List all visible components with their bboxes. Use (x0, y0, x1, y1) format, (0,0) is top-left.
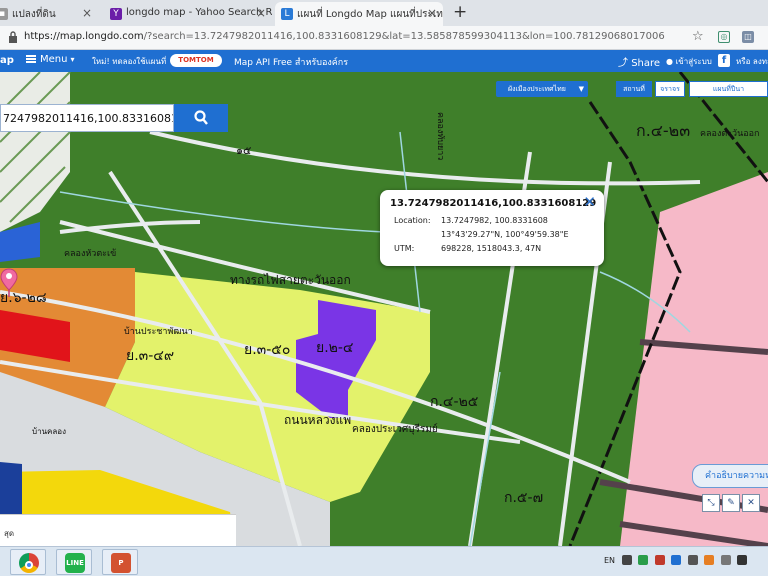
user-icon: ● (666, 57, 676, 66)
hamburger-icon (26, 55, 36, 63)
zone-label: ย.๒-๔ (316, 340, 354, 356)
popup-value: 698228, 1518043.3, 47N (441, 244, 542, 253)
tray-icon[interactable] (720, 555, 731, 565)
tab-label: แปลงที่ดิน (12, 9, 56, 20)
place-label: บ้านคลอง (32, 427, 66, 436)
menu-button[interactable]: Menu ▾ (26, 54, 74, 65)
map-tools: ⤡ ✎ ✕ (702, 494, 762, 512)
popup-value: 13°43'29.27"N, 100°49'59.38"E (441, 230, 569, 239)
api-link[interactable]: Map API Free สำหรับองค์กร (234, 55, 348, 69)
popup-value: 13.7247982, 100.8331608 (441, 216, 548, 225)
line-icon: LINE (65, 553, 85, 573)
place-label: บ้านประชาพัฒนา (124, 326, 193, 337)
close-icon[interactable]: × (82, 6, 92, 20)
search-input[interactable] (1, 105, 173, 131)
yahoo-icon: Y (110, 8, 122, 20)
close-icon[interactable]: ✕ (742, 494, 760, 512)
places-button[interactable]: สถานที่ (616, 81, 652, 97)
zone-label: ย.๓-๕๐ (244, 342, 290, 358)
tray-icon[interactable] (654, 555, 665, 565)
tomtom-logo[interactable]: TOMTOM (170, 54, 222, 67)
url-text[interactable]: https://map.longdo.com/?search=13.724798… (24, 31, 665, 42)
facebook-icon[interactable]: f (718, 54, 730, 67)
tray-icon[interactable] (704, 555, 715, 565)
map-canvas[interactable]: ก.๔-๒๓ ย.๖-๒๘ ย.๓-๔๙ ย.๓-๕๐ ย.๒-๔ ก.๔-๒๕… (0, 72, 768, 546)
search-box (0, 104, 174, 132)
search-icon (194, 110, 208, 125)
zone-label: ก.๔-๒๓ (636, 121, 690, 140)
login-link[interactable]: ● เข้าสู่ระบบ (666, 55, 712, 68)
longdo-icon: L (281, 8, 293, 20)
road-label: ถนนหลวงแพ (284, 413, 351, 427)
traffic-button[interactable]: จราจร (655, 81, 685, 97)
system-tray: EN (604, 555, 751, 565)
canal-label: คลองประเวศบุรีรมย์ (352, 423, 438, 435)
search-button[interactable] (174, 104, 228, 132)
volume-icon[interactable] (737, 555, 748, 565)
powerpoint-icon: P (111, 553, 131, 573)
road-label: ๑๕ (236, 144, 251, 157)
windows-taskbar: LINE P EN (0, 546, 768, 576)
chevron-down-icon: ▼ (578, 85, 584, 93)
zoning-map: ก.๔-๒๓ ย.๖-๒๘ ย.๓-๔๙ ย.๓-๕๐ ย.๒-๔ ก.๔-๒๕… (0, 72, 768, 546)
close-icon[interactable]: × (256, 6, 266, 20)
chevron-down-icon: ▾ (70, 55, 75, 64)
location-pin-icon[interactable] (0, 268, 18, 298)
register-link[interactable]: หรือ ลงทะ (736, 55, 768, 68)
zone-label: ย.๓-๔๙ (126, 348, 174, 364)
language-indicator[interactable]: EN (604, 556, 615, 565)
tray-icon[interactable] (621, 555, 632, 565)
longdo-logo[interactable]: ap (0, 52, 14, 70)
address-bar[interactable]: https://map.longdo.com/?search=13.724798… (0, 26, 768, 50)
extension-icon[interactable]: ◫ (742, 31, 754, 43)
taskbar-chrome[interactable] (10, 549, 46, 575)
popup-title: 13.7247982011416,100.8331608129 (390, 198, 597, 209)
close-icon[interactable]: × (427, 6, 437, 20)
extension-icon[interactable]: ◎ (718, 31, 730, 43)
share-icon: ⤴ (618, 58, 632, 69)
browser-tab-active[interactable]: L แผนที่ Longdo Map แผนที่ประเทศไ × (275, 2, 443, 26)
road-label: ทางรถไฟสายตะวันออก (230, 273, 351, 287)
browser-tab-bar: ▪ แปลงที่ดิน × Y longdo map - Yahoo Sear… (0, 0, 768, 26)
promo-link[interactable]: ใหม่! ทดลองใช้แผนที่ (92, 55, 166, 68)
distance-icon[interactable]: ⤡ (702, 494, 720, 512)
canal-label: คลองหัวตะเข้ (64, 248, 116, 259)
tray-icon[interactable] (687, 555, 698, 565)
tab-label: longdo map - Yahoo Search Res (126, 7, 272, 18)
taskbar-line[interactable]: LINE (56, 549, 92, 575)
new-tab-button[interactable]: + (453, 2, 467, 22)
zoning-layer-select[interactable]: ผังเมืองประเทศไทย ▼ (496, 81, 588, 97)
zone-label: ก.๔-๒๕ (430, 394, 478, 410)
location-popup: 13.7247982011416,100.8331608129 ✕ Locati… (380, 190, 604, 266)
chrome-icon (19, 553, 39, 573)
browser-tab[interactable]: ▪ แปลงที่ดิน × (0, 2, 98, 26)
longdo-header: ap Menu ▾ ใหม่! ทดลองใช้แผนที่ TOMTOM Map… (0, 50, 768, 72)
close-icon[interactable]: ✕ (583, 193, 596, 211)
zone-label: ก.๕-๗ (504, 490, 543, 506)
popup-label: Location: (394, 216, 431, 225)
page-icon: ▪ (0, 8, 8, 20)
canal-label: คลองทับยาว (435, 112, 445, 160)
bottom-panel: สุด (0, 514, 236, 546)
draw-icon[interactable]: ✎ (722, 494, 740, 512)
taskbar-powerpoint[interactable]: P (102, 549, 138, 575)
bookmark-star-icon[interactable]: ☆ (692, 29, 704, 44)
browser-tab[interactable]: Y longdo map - Yahoo Search Res × (104, 2, 272, 26)
canal-label: คลองตะวันออก (700, 129, 759, 139)
legend-button[interactable]: คำอธิบายความห (692, 464, 768, 488)
lock-icon (8, 31, 18, 43)
popup-label: UTM: (394, 244, 415, 253)
tray-icon[interactable] (638, 555, 649, 565)
tray-icon[interactable] (671, 555, 682, 565)
share-button[interactable]: ⤴ Share (618, 54, 660, 69)
tab-label: แผนที่ Longdo Map แผนที่ประเทศไ (297, 9, 443, 20)
bottom-text: สุด (4, 529, 15, 538)
basemap-select[interactable]: แผนที่ปีนา (689, 81, 768, 97)
